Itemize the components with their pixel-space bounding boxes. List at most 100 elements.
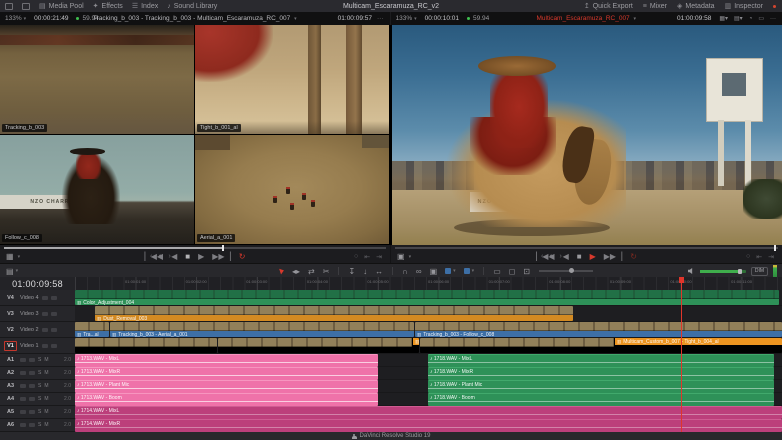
track-badge-A1[interactable]: A1	[4, 355, 17, 365]
angle-follow[interactable]: NZO CHARRO Follow_c_008	[0, 135, 194, 244]
track-lock-icon[interactable]	[42, 344, 48, 348]
dynamic-trim-button[interactable]: ⇄	[308, 267, 315, 276]
timeline-clip[interactable]: ♪ 1718.WAV - MixL	[428, 354, 774, 367]
auto-select-icon[interactable]	[51, 312, 57, 316]
timeline-zoom-select[interactable]: 133%▾	[396, 15, 417, 22]
match-frame-icon[interactable]: ○	[746, 253, 750, 260]
mute-button[interactable]: M	[44, 383, 48, 389]
multicam-grid-icon[interactable]: ▦▾	[719, 15, 728, 22]
track-badge-V1[interactable]: V1	[4, 341, 17, 351]
solo-button[interactable]: S	[38, 396, 41, 402]
trim-edit-mode-button[interactable]: ◂▸	[292, 267, 300, 276]
timeline-clip[interactable]: ▥Multicam_Custom_b_007 - Aerial_b_006	[218, 338, 419, 353]
marker-color-dropdown[interactable]: ▾	[464, 268, 475, 274]
play-button[interactable]: ▶	[590, 252, 596, 261]
sound-library-button[interactable]: ♪Sound Library	[167, 3, 217, 10]
timeline-clip[interactable]: ♪ 1718.WAV - Boom	[428, 393, 774, 406]
track-lock-icon[interactable]	[20, 371, 26, 375]
timeline-clip[interactable]: ▥Tra...al	[75, 322, 109, 337]
track-lane-A3[interactable]: ♪ 1713.WAV - Plant Mic♪ 1718.WAV - Plant…	[75, 380, 782, 393]
mute-button[interactable]: M	[44, 422, 48, 428]
track-badge-V4[interactable]: V4	[4, 293, 17, 303]
goto-out-icon[interactable]: ⇥	[376, 253, 382, 261]
solo-button[interactable]: S	[38, 422, 41, 428]
timeline-scrub-bar[interactable]	[395, 247, 778, 249]
solo-button[interactable]: S	[38, 370, 41, 376]
timeline-clip[interactable]: ▥Tracking_b_003 - Follow_c_008	[415, 322, 782, 337]
timeline-zoom-slider[interactable]	[539, 270, 593, 272]
insert-clip-button[interactable]: ↧	[348, 267, 355, 276]
stop-button[interactable]: ■	[577, 252, 582, 261]
track-badge-A4[interactable]: A4	[4, 394, 17, 404]
timeline-clip[interactable]: ▥Multicam_Custom_b_007 - Tight_b_004_al	[420, 338, 782, 353]
zoom-slider-knob[interactable]	[569, 268, 574, 273]
mute-button[interactable]: M	[44, 370, 48, 376]
track-header-V3[interactable]: V3Video 3	[0, 306, 75, 322]
volume-knob[interactable]	[738, 269, 742, 274]
play-button[interactable]: ▶	[198, 252, 204, 261]
track-header-A4[interactable]: A4SM2.0	[0, 393, 75, 406]
auto-select-icon[interactable]	[51, 344, 57, 348]
goto-end-button[interactable]: ▶▶▕	[212, 252, 230, 261]
mute-button[interactable]: M	[44, 409, 48, 415]
timeline-clip[interactable]: ▥Dust_Removal_003	[95, 306, 573, 321]
source-options-icon[interactable]: ···	[377, 15, 384, 22]
quick-export-button[interactable]: ↥Quick Export	[584, 2, 633, 10]
track-lane-V1[interactable]: ▥Multicam_Custom_b_007 - Follow_c_001▥Mu…	[75, 338, 782, 354]
custom-zoom-icon[interactable]: ⊡	[523, 267, 530, 276]
goto-in-icon[interactable]: ⇤	[756, 253, 762, 261]
track-lane-A6[interactable]: ♪ 1714.WAV - MixR	[75, 419, 782, 432]
goto-in-icon[interactable]: ⇤	[364, 253, 370, 261]
timeline-clip[interactable]: ♪ 1713.WAV - MixL	[75, 354, 378, 367]
snapping-magnet-icon[interactable]: ∩	[402, 267, 408, 276]
timeline-clip[interactable]: ♪ 1713.WAV - Boom	[75, 393, 378, 406]
color-tools-icon[interactable]: ◔	[749, 16, 753, 22]
source-scrub-bar[interactable]	[4, 247, 386, 249]
track-lane-A5[interactable]: ♪ 1714.WAV - MixL	[75, 406, 782, 419]
panel-toggle-icon[interactable]	[22, 3, 30, 10]
track-header-A2[interactable]: A2SM2.0	[0, 367, 75, 380]
stop-button[interactable]: ■	[185, 252, 190, 261]
metadata-button[interactable]: ◈Metadata	[677, 2, 715, 10]
track-badge-A6[interactable]: A6	[4, 420, 17, 430]
timeline-viewer[interactable]: NZO CHARRO	[392, 25, 782, 245]
timeline-clip[interactable]: ♪ 1714.WAV - MixR	[75, 419, 782, 432]
track-badge-A3[interactable]: A3	[4, 381, 17, 391]
timeline-clip[interactable]: ♪ 1713.WAV - MixR	[75, 367, 378, 380]
auto-select-icon[interactable]	[29, 423, 35, 427]
auto-select-icon[interactable]	[51, 328, 57, 332]
track-lane-V2[interactable]: ▥Tra...al▥Tracking_b_003 - Aerial_a_001▥…	[75, 322, 782, 338]
solo-button[interactable]: S	[38, 383, 41, 389]
full-extent-zoom-icon[interactable]: ▭	[493, 267, 501, 276]
effects-button[interactable]: ✦Effects	[93, 2, 123, 10]
loop-button[interactable]: ↻	[239, 252, 246, 261]
expand-viewer-icon[interactable]: ▭	[758, 15, 764, 22]
timeline-clip[interactable]: ▥Tracking_b_003 - Aerial_a_001	[110, 322, 414, 337]
media-pool-button[interactable]: ▤Media Pool	[39, 2, 84, 10]
inspector-button[interactable]: ▥Inspector	[725, 2, 763, 10]
track-header-V4[interactable]: V4Video 4	[0, 290, 75, 306]
track-header-V1[interactable]: V1Video 1	[0, 338, 75, 354]
mute-button[interactable]: M	[44, 357, 48, 363]
index-button[interactable]: ☰Index	[132, 2, 158, 10]
goto-start-button[interactable]: ▏◀◀	[536, 252, 554, 261]
timeline-clip[interactable]: ♪ 1714.WAV - MixL	[75, 406, 782, 419]
track-header-A5[interactable]: A5SM2.0	[0, 406, 75, 419]
timeline-ruler[interactable]: 01:00:01:0001:00:02:0001:00:03:0001:00:0…	[75, 277, 782, 291]
dim-button[interactable]: DIM	[751, 267, 768, 276]
step-back-button[interactable]: ◀	[563, 252, 569, 261]
selection-mode-button[interactable]	[280, 268, 284, 274]
track-lane-A1[interactable]: ♪ 1713.WAV - MixL ♪ 1718.WAV - MixL	[75, 354, 782, 367]
track-lock-icon[interactable]	[20, 358, 26, 362]
mixer-button[interactable]: ≡Mixer	[643, 3, 667, 10]
track-badge-V3[interactable]: V3	[4, 309, 17, 319]
angle-tight[interactable]: Tight_b_001_al	[195, 25, 389, 134]
timeline-clip[interactable]: ▥Color_Adjustment_004	[75, 290, 779, 305]
track-lock-icon[interactable]	[20, 397, 26, 401]
track-lock-icon[interactable]	[20, 410, 26, 414]
position-lock-icon[interactable]: ▣	[430, 267, 438, 276]
track-lane-V4[interactable]: ▥Color_Adjustment_004	[75, 290, 782, 306]
track-lock-icon[interactable]	[42, 296, 48, 300]
goto-end-button[interactable]: ▶▶▕	[604, 252, 622, 261]
track-lock-icon[interactable]	[42, 312, 48, 316]
